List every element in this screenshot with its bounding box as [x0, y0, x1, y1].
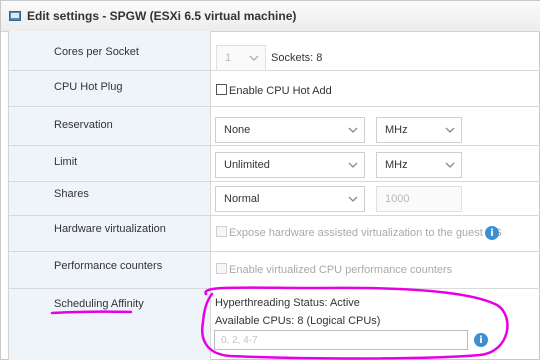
info-icon[interactable]: i	[474, 333, 488, 347]
available-cpus: Available CPUs: 8 (Logical CPUs)	[215, 315, 381, 327]
row-hardware-virtualization: Hardware virtualization Expose hardware …	[9, 216, 540, 252]
row-reservation: Reservation None MHz	[9, 107, 540, 146]
limit-unit-value: MHz	[385, 159, 408, 171]
reservation-value: None	[224, 124, 251, 136]
reservation-unit-value: MHz	[385, 124, 408, 136]
cores-per-socket-select[interactable]: 1	[216, 45, 266, 71]
label-cell: Cores per Socket	[9, 31, 211, 70]
shares-value: Normal	[224, 193, 260, 205]
chevron-down-icon	[348, 196, 358, 202]
dialog-title: Edit settings - SPGW (ESXi 6.5 virtual m…	[27, 9, 297, 23]
cores-per-socket-value: 1	[225, 52, 232, 64]
cpu-settings-panel: Cores per Socket 1 Sockets: 8 CPU Hot Pl…	[8, 31, 540, 360]
expose-hw-virtualization-label: Expose hardware assisted virtualization …	[229, 227, 502, 239]
virtualized-perf-counters-label: Enable virtualized CPU performance count…	[229, 264, 453, 276]
chevron-down-icon	[445, 127, 455, 133]
limit-label: Limit	[54, 156, 78, 168]
scheduling-affinity-label: Scheduling Affinity	[54, 298, 144, 310]
label-cell: Reservation	[9, 107, 211, 145]
sockets-count: Sockets: 8	[271, 52, 323, 64]
cpu-hot-add-label: Enable CPU Hot Add	[229, 85, 332, 97]
virtualized-perf-counters-checkbox[interactable]	[216, 263, 227, 274]
reservation-label: Reservation	[54, 119, 113, 131]
hyperthreading-status: Hyperthreading Status: Active	[215, 297, 360, 309]
row-shares: Shares Normal 1000	[9, 182, 540, 216]
label-cell: CPU Hot Plug	[9, 71, 211, 106]
shares-label: Shares	[54, 188, 89, 200]
label-cell: Shares	[9, 182, 211, 215]
hardware-virtualization-label: Hardware virtualization	[54, 223, 166, 235]
performance-counters-label: Performance counters	[54, 260, 163, 272]
cpu-affinity-input[interactable]	[214, 330, 468, 350]
shares-select[interactable]: Normal	[215, 186, 365, 212]
label-cell: Limit	[9, 146, 211, 181]
row-limit: Limit Unlimited MHz	[9, 146, 540, 182]
expose-hw-virtualization-checkbox[interactable]	[216, 226, 227, 237]
info-icon[interactable]: i	[485, 226, 499, 240]
cpu-hot-add-checkbox[interactable]	[216, 84, 227, 95]
row-cpu-hot-plug: CPU Hot Plug Enable CPU Hot Add	[9, 71, 540, 107]
reservation-select[interactable]: None	[215, 117, 365, 143]
row-cores-per-socket: Cores per Socket 1 Sockets: 8	[9, 31, 540, 71]
chevron-down-icon	[445, 162, 455, 168]
cores-per-socket-label: Cores per Socket	[54, 46, 139, 58]
shares-amount-value: 1000	[385, 193, 410, 205]
shares-amount-input[interactable]: 1000	[376, 186, 462, 212]
limit-unit-select[interactable]: MHz	[376, 152, 462, 178]
row-performance-counters: Performance counters Enable virtualized …	[9, 252, 540, 289]
cpu-hot-plug-label: CPU Hot Plug	[54, 81, 123, 93]
reservation-unit-select[interactable]: MHz	[376, 117, 462, 143]
limit-select[interactable]: Unlimited	[215, 152, 365, 178]
vm-icon	[9, 10, 21, 22]
label-cell: Hardware virtualization	[9, 216, 211, 251]
dialog-titlebar[interactable]: Edit settings - SPGW (ESXi 6.5 virtual m…	[1, 1, 540, 32]
chevron-down-icon	[348, 127, 358, 133]
label-cell: Performance counters	[9, 252, 211, 288]
chevron-down-icon	[249, 55, 259, 61]
chevron-down-icon	[348, 162, 358, 168]
limit-value: Unlimited	[224, 159, 270, 171]
label-cell: Scheduling Affinity	[9, 289, 211, 360]
